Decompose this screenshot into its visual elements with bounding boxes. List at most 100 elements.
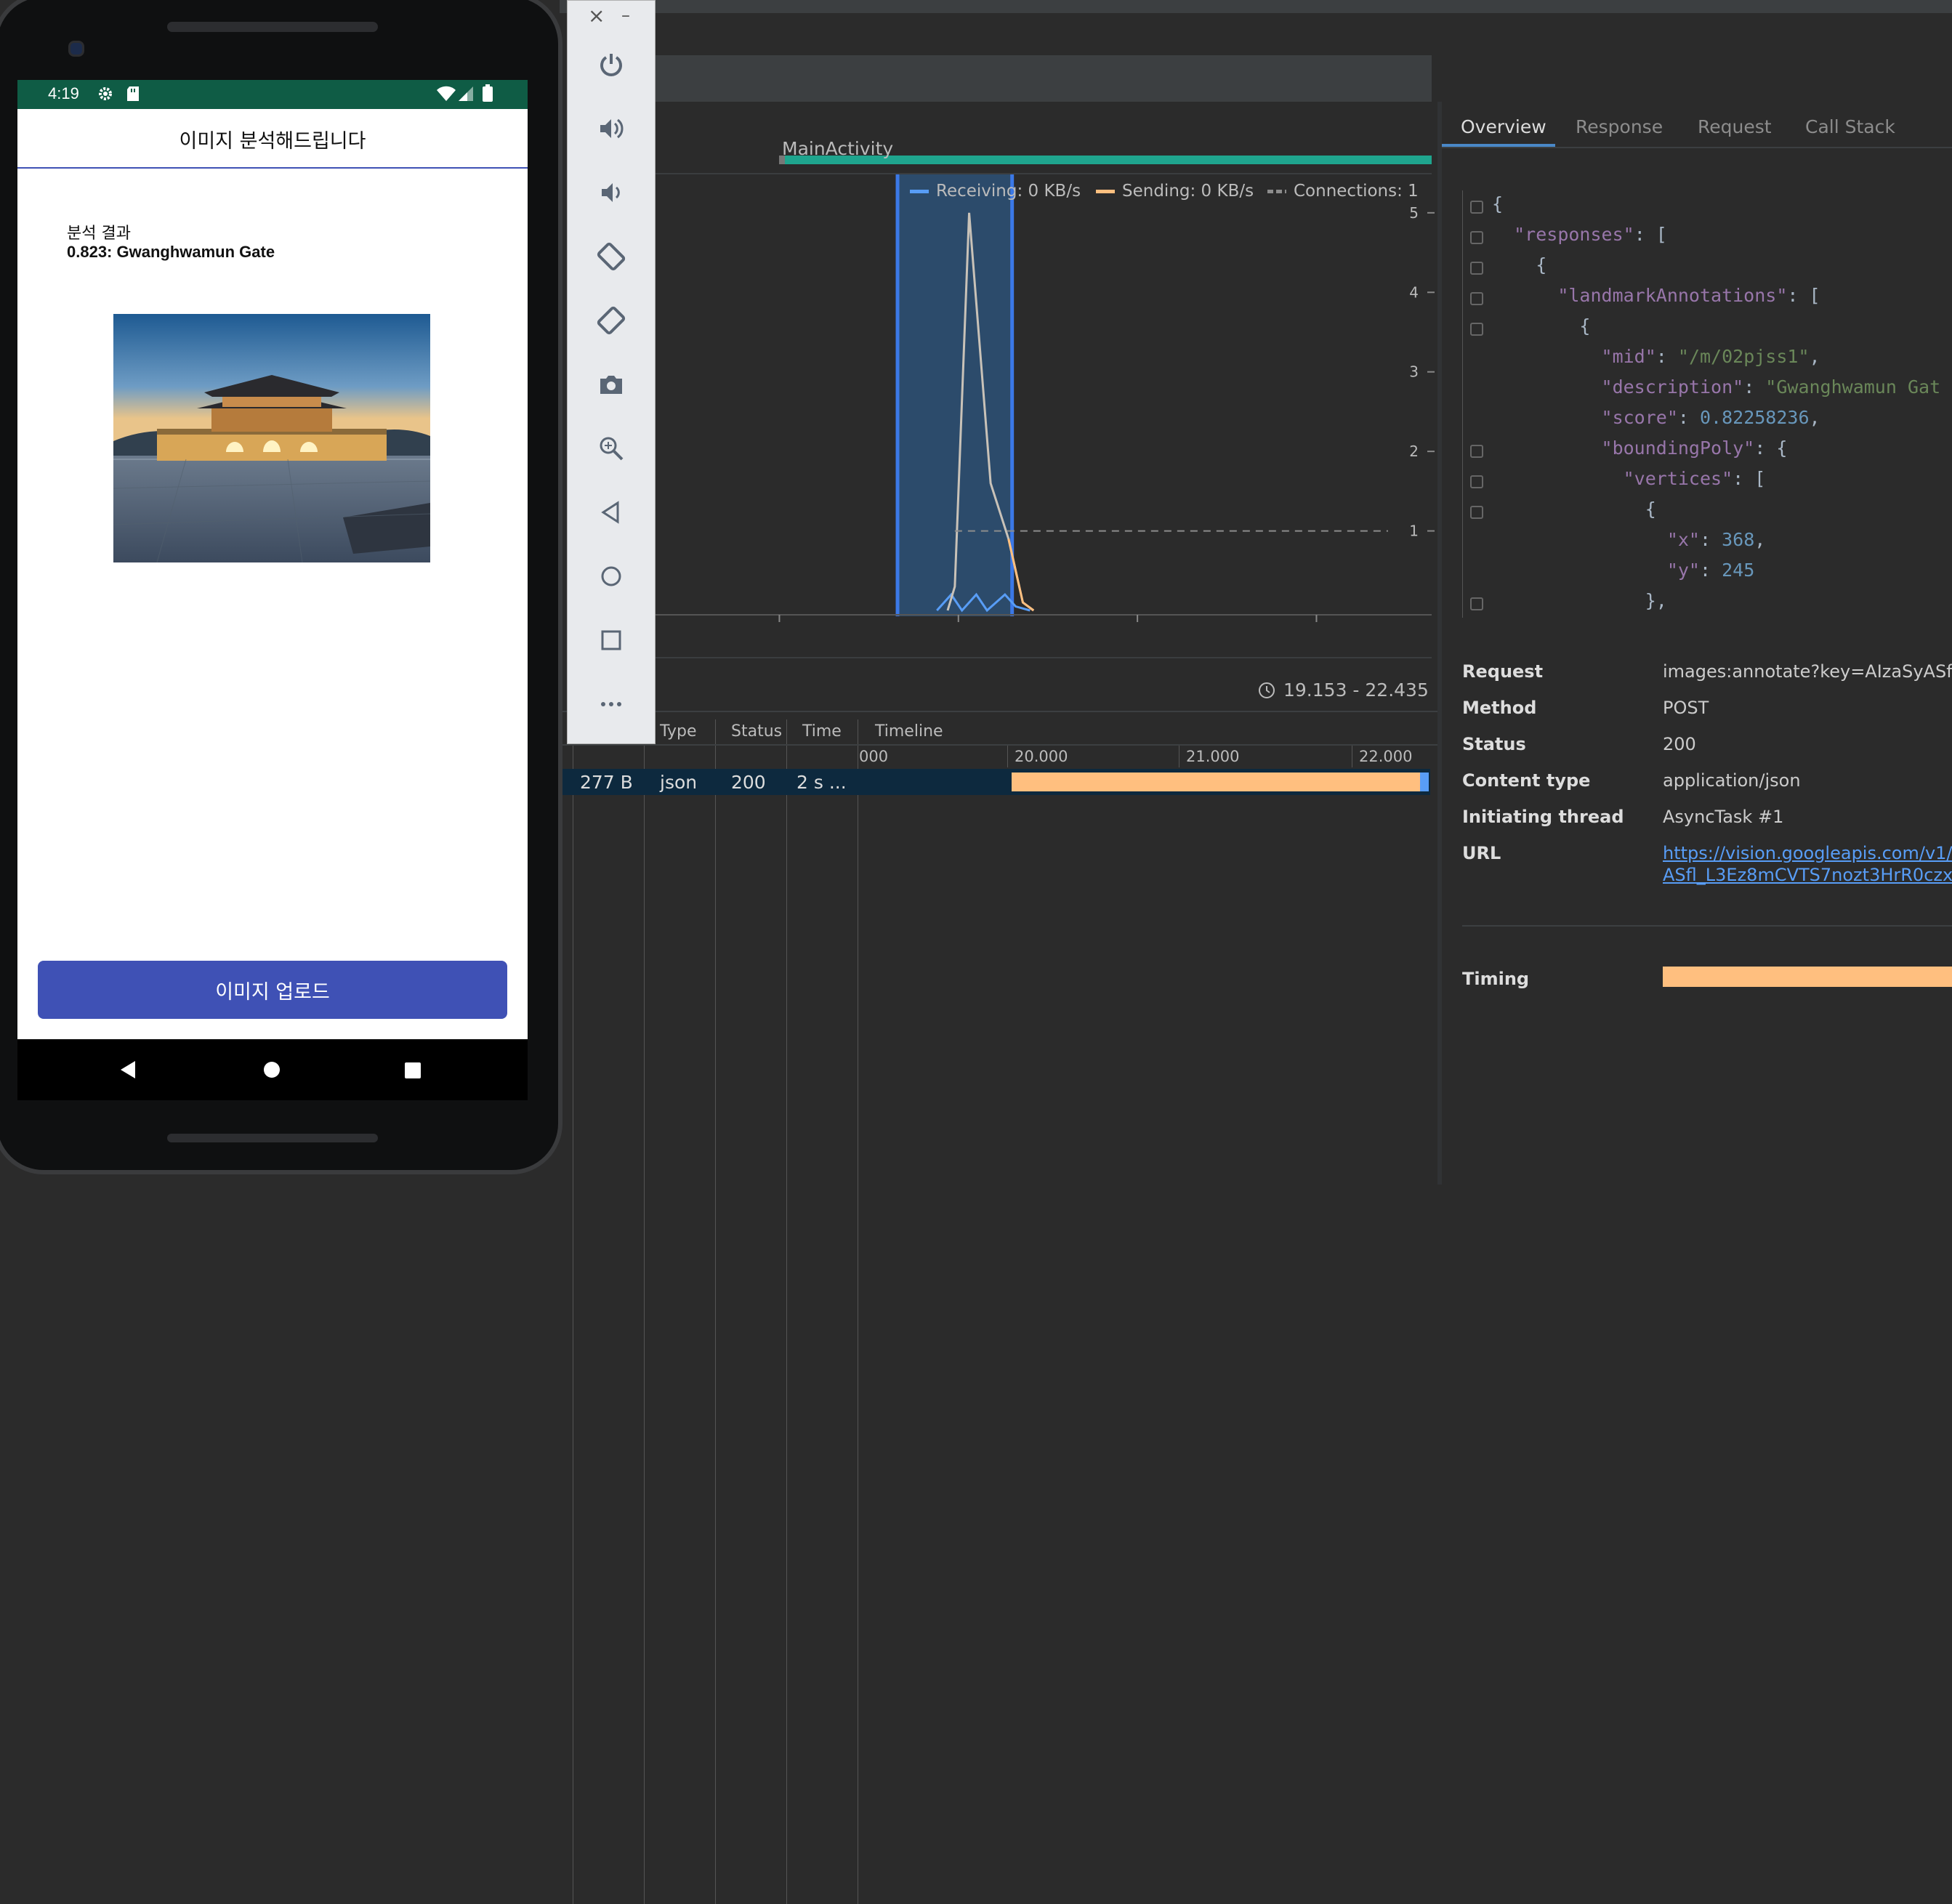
overview-button[interactable]	[597, 626, 626, 655]
column-header-time[interactable]: Time	[802, 722, 842, 741]
method-value: POST	[1663, 698, 1709, 718]
json-line: "boundingPoly": {	[1492, 437, 1788, 459]
json-token: {	[1492, 499, 1656, 520]
close-emulator-button[interactable]: ×	[588, 4, 605, 28]
tab-call-stack[interactable]: Call Stack	[1805, 116, 1895, 137]
upload-image-button[interactable]: 이미지 업로드	[38, 961, 507, 1019]
legend-sending-label: Sending: 0 KB/s	[1122, 182, 1254, 201]
x-tick-label: 25.000	[1110, 624, 1163, 625]
json-token: ,	[1754, 529, 1766, 550]
timeline-gridline	[1007, 746, 1008, 767]
json-line: "description": "Gwanghwamun Gat	[1492, 376, 1941, 398]
rotate-right-icon	[597, 306, 626, 335]
fold-toggle-icon[interactable]	[1470, 262, 1483, 275]
fold-toggle-icon[interactable]	[1470, 597, 1483, 610]
json-line: "responses": [	[1492, 224, 1667, 245]
emulator-toolbar: × –	[567, 0, 656, 744]
legend-receiving: Receiving: 0 KB/s	[910, 182, 1081, 201]
json-token: :	[1699, 529, 1722, 550]
json-line: {	[1492, 315, 1590, 336]
json-line: {	[1492, 254, 1546, 275]
volume-down-icon	[602, 183, 620, 202]
timing-bar	[1663, 967, 1952, 987]
volume-down-button[interactable]	[597, 178, 626, 207]
initiating-thread-label: Initiating thread	[1462, 807, 1624, 827]
tab-response[interactable]: Response	[1576, 116, 1663, 137]
power-button[interactable]	[597, 50, 626, 79]
range-label: 19.153 - 22.435	[1283, 679, 1429, 701]
column-header-timeline[interactable]: Timeline	[875, 722, 943, 741]
tab-overview[interactable]: Overview	[1461, 116, 1546, 137]
url-link-continued[interactable]: ASfl_L3Ez8mCVTS7nozt3HrR0czxl	[1663, 865, 1952, 885]
x-tick-label: 20.000	[932, 624, 985, 625]
fold-toggle-icon[interactable]	[1470, 323, 1483, 336]
fold-toggle-icon[interactable]	[1470, 506, 1483, 519]
home-button[interactable]	[597, 562, 626, 591]
back-button[interactable]	[597, 498, 626, 527]
home-icon[interactable]	[263, 1061, 281, 1078]
json-line: "mid": "/m/02pjss1",	[1492, 346, 1820, 367]
method-label: Method	[1462, 698, 1537, 718]
response-json-viewer[interactable]: { "responses": [ { "landmarkAnnotations"…	[1462, 190, 1952, 618]
zoom-button[interactable]	[597, 434, 626, 463]
screenshot-button[interactable]	[597, 370, 626, 399]
column-header-type[interactable]: Type	[660, 722, 697, 741]
json-token: :	[1699, 560, 1722, 581]
content-type-value: application/json	[1663, 770, 1801, 791]
json-line: },	[1492, 590, 1667, 611]
minimize-emulator-button[interactable]: –	[621, 5, 630, 25]
json-line: {	[1492, 499, 1656, 520]
home-icon	[601, 566, 621, 586]
json-token: "/m/02pjss1"	[1677, 346, 1810, 367]
volume-up-icon	[600, 118, 624, 139]
back-icon[interactable]	[119, 1060, 137, 1079]
y-tick-label: 4	[1409, 283, 1419, 301]
battery-icon	[483, 84, 493, 102]
rotate-left-button[interactable]	[597, 242, 626, 271]
fold-toggle-icon[interactable]	[1470, 231, 1483, 244]
rotate-right-button[interactable]	[597, 306, 626, 335]
signal-icon	[459, 86, 473, 101]
json-token: :	[1743, 376, 1766, 398]
fold-toggle-icon[interactable]	[1470, 475, 1483, 488]
legend-connections: Connections: 1	[1267, 182, 1419, 201]
speaker-grille-bottom	[167, 1134, 378, 1142]
front-camera	[68, 41, 84, 57]
tab-request[interactable]: Request	[1698, 116, 1772, 137]
fold-toggle-icon[interactable]	[1470, 292, 1483, 305]
request-label: Request	[1462, 661, 1544, 682]
volume-up-button[interactable]	[597, 114, 626, 143]
legend-connections-label: Connections: 1	[1294, 182, 1419, 201]
fold-toggle-icon[interactable]	[1470, 445, 1483, 458]
app-title: 이미지 분석해드립니다	[179, 130, 366, 153]
column-divider	[715, 719, 716, 1904]
json-token: "boundingPoly"	[1601, 437, 1755, 459]
fold-toggle-icon[interactable]	[1470, 201, 1483, 214]
y-tick-label: 2	[1409, 443, 1419, 460]
status-label: Status	[1462, 734, 1526, 754]
json-token: "x"	[1666, 529, 1700, 550]
divider	[654, 657, 1432, 658]
more-button[interactable]	[597, 690, 626, 719]
column-header-status[interactable]: Status	[731, 722, 782, 741]
legend-swatch-sending	[1096, 189, 1115, 193]
url-label: URL	[1462, 843, 1501, 863]
column-divider	[786, 719, 787, 1904]
recents-icon[interactable]	[404, 1062, 422, 1079]
content-type-label: Content type	[1462, 770, 1591, 791]
cell-size: 277 B	[580, 772, 633, 793]
settings-icon	[99, 87, 112, 100]
network-chart[interactable]: 5 4 3 2 1 15.000 20.000 25.000 30.000	[654, 174, 1437, 625]
clock-icon	[1259, 682, 1275, 698]
url-link[interactable]: https://vision.googleapis.com/v1/im	[1663, 843, 1952, 863]
rotate-left-icon	[597, 242, 626, 271]
overview-icon	[601, 630, 621, 650]
json-line: "y": 245	[1492, 560, 1754, 581]
json-token: : [	[1787, 285, 1820, 306]
json-token: "y"	[1666, 560, 1700, 581]
json-line: "vertices": [	[1492, 468, 1766, 489]
json-line: "score": 0.82258236,	[1492, 407, 1820, 428]
app-content	[17, 169, 528, 1039]
